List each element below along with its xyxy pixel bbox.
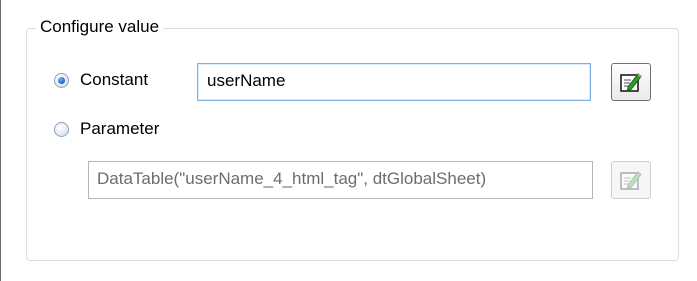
window-left-edge	[0, 0, 1, 281]
constant-edit-button[interactable]	[611, 63, 651, 101]
constant-value-input[interactable]: userName	[197, 63, 591, 101]
parameter-value-input[interactable]: DataTable("userName_4_html_tag", dtGloba…	[88, 161, 593, 199]
parameter-edit-button[interactable]	[611, 161, 651, 199]
edit-pencil-icon	[620, 73, 642, 92]
constant-radio[interactable]	[54, 73, 69, 88]
parameter-radio-label[interactable]: Parameter	[80, 118, 159, 140]
radio-selected-dot	[58, 77, 65, 84]
groupbox-title: Configure value	[36, 16, 164, 38]
constant-radio-label[interactable]: Constant	[80, 69, 148, 91]
parameter-radio[interactable]	[54, 122, 69, 137]
edit-pencil-icon	[620, 171, 642, 190]
